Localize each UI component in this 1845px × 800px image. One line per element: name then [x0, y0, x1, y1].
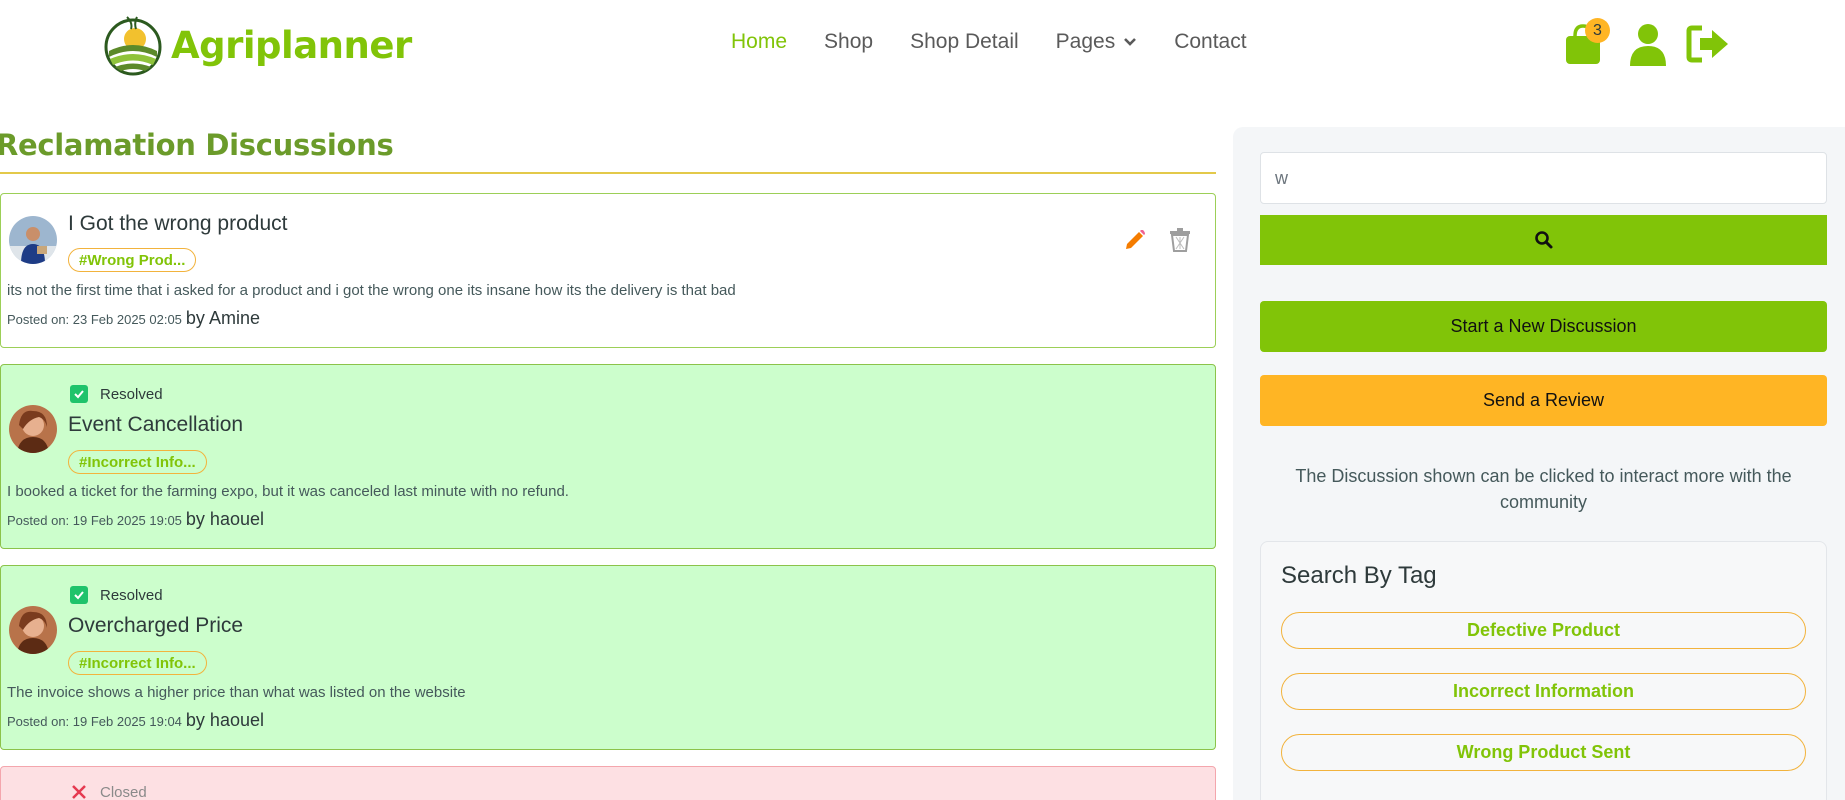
discussion-tag[interactable]: #Incorrect Info...: [68, 651, 207, 675]
discussion-body: I booked a ticket for the farming expo, …: [7, 483, 569, 500]
trash-icon[interactable]: [1169, 228, 1191, 252]
tag-panel-title: Search By Tag: [1281, 562, 1437, 589]
status-resolved: Resolved: [70, 586, 163, 604]
status-closed: Closed: [70, 783, 147, 800]
send-review-button[interactable]: Send a Review: [1260, 375, 1827, 426]
discussion-title: Event Cancellation: [68, 413, 244, 436]
search-icon: [1534, 231, 1552, 249]
tag-filter-incorrect-information[interactable]: Incorrect Information: [1281, 673, 1806, 710]
search-input[interactable]: w: [1260, 152, 1827, 204]
discussion-tag[interactable]: #Wrong Prod...: [68, 248, 197, 272]
discussion-title: I Got the wrong product: [68, 212, 288, 235]
discussion-meta: Posted on: 23 Feb 2025 02:05 by Amine: [7, 308, 260, 329]
discussion-tag[interactable]: #Incorrect Info...: [68, 450, 207, 474]
brand-logo[interactable]: Agriplanner: [103, 13, 412, 77]
avatar: [9, 216, 57, 264]
checkbox-checked-icon: [70, 586, 88, 604]
sidebar: w Start a New Discussion Send a Review T…: [1233, 127, 1845, 800]
posted-date: Posted on: 19 Feb 2025 19:04: [7, 714, 182, 729]
discussion-meta: Posted on: 19 Feb 2025 19:04 by haouel: [7, 710, 264, 731]
nav-shop-detail[interactable]: Shop Detail: [910, 30, 1019, 54]
status-label: Closed: [100, 783, 147, 800]
page-title: Reclamation Discussions: [0, 128, 394, 162]
discussion-title: Overcharged Price: [68, 614, 244, 637]
author: by haouel: [185, 710, 264, 730]
cart-button[interactable]: 3: [1563, 18, 1610, 66]
search-by-tag-panel: Search By Tag Defective Product Incorrec…: [1260, 541, 1827, 800]
author: by haouel: [185, 509, 264, 529]
tag-filter-defective-product[interactable]: Defective Product: [1281, 612, 1806, 649]
status-label: Resolved: [100, 586, 163, 604]
nav-pages-dropdown[interactable]: Pages: [1056, 30, 1138, 54]
discussion-card[interactable]: Resolved Event Cancellation #Incorrect I…: [0, 364, 1216, 549]
main-nav: Home Shop Shop Detail Pages Contact: [731, 30, 1284, 54]
posted-date: Posted on: 23 Feb 2025 02:05: [7, 312, 182, 327]
discussion-card[interactable]: Resolved Overcharged Price #Incorrect In…: [0, 565, 1216, 750]
sidebar-info-text: The Discussion shown can be clicked to i…: [1295, 466, 1792, 512]
checkbox-checked-icon: [70, 385, 88, 403]
chevron-down-icon: [1124, 38, 1137, 46]
discussion-body: The invoice shows a higher price than wh…: [7, 684, 466, 701]
discussion-card[interactable]: Closed: [0, 766, 1216, 800]
nav-home[interactable]: Home: [731, 30, 787, 54]
logo-icon: [104, 16, 162, 76]
start-discussion-button[interactable]: Start a New Discussion: [1260, 301, 1827, 352]
avatar: [9, 606, 57, 654]
status-resolved: Resolved: [70, 385, 163, 403]
avatar: [9, 405, 57, 453]
discussion-card[interactable]: I Got the wrong product #Wrong Prod... i…: [0, 193, 1216, 348]
nav-contact[interactable]: Contact: [1174, 30, 1246, 54]
title-divider: [0, 172, 1216, 174]
sign-out-icon[interactable]: [1686, 24, 1730, 64]
edit-pencil-icon[interactable]: [1123, 228, 1147, 252]
search-button[interactable]: [1260, 215, 1827, 265]
discussion-body: its not the first time that i asked for …: [7, 282, 736, 299]
posted-date: Posted on: 19 Feb 2025 19:05: [7, 513, 182, 528]
author: by Amine: [185, 308, 260, 328]
nav-shop[interactable]: Shop: [824, 30, 873, 54]
nav-pages-label: Pages: [1055, 30, 1116, 53]
top-navbar: Agriplanner Home Shop Shop Detail Pages …: [0, 0, 1845, 88]
close-x-icon: [72, 785, 86, 799]
tag-filter-wrong-product-sent[interactable]: Wrong Product Sent: [1281, 734, 1806, 771]
brand-name: Agriplanner: [171, 23, 412, 67]
user-icon[interactable]: [1628, 22, 1668, 66]
discussion-meta: Posted on: 19 Feb 2025 19:05 by haouel: [7, 509, 264, 530]
status-label: Resolved: [100, 385, 163, 403]
cart-count-badge: 3: [1585, 18, 1610, 43]
